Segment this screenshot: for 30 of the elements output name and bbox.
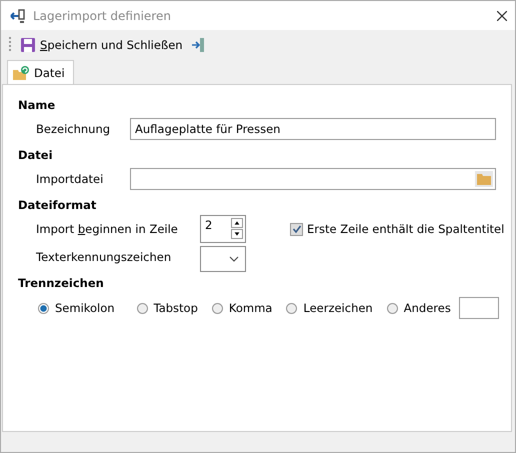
field-label: Texterkennungszeichen (35, 250, 172, 264)
import-icon (9, 6, 27, 24)
radio-button[interactable]: Semikolon (38, 301, 115, 315)
chevron-down-icon (229, 256, 239, 262)
spin-down-icon[interactable] (231, 229, 243, 239)
section-heading: Trennzeichen (18, 275, 105, 292)
checkmark-icon (292, 224, 302, 234)
save-button[interactable]: Speichern und Schließen (18, 35, 185, 55)
section-heading: Dateiformat (18, 197, 98, 214)
number-spinner[interactable]: 2 (200, 215, 246, 243)
radio-button[interactable]: Anderes (386, 301, 451, 315)
radio-button[interactable]: Leerzeichen (286, 301, 373, 315)
spin-up-icon[interactable] (231, 218, 243, 228)
tab[interactable]: Datei (7, 60, 74, 84)
close-icon[interactable] (497, 10, 507, 20)
section-heading: Datei (18, 147, 54, 164)
field-label: Importdatei (35, 172, 104, 186)
radio-button[interactable]: Komma (212, 301, 272, 315)
dropdown[interactable] (200, 246, 246, 272)
window-title: Lagerimport definieren (33, 8, 172, 22)
other-separator-field[interactable] (458, 297, 499, 319)
section-heading: Name (18, 97, 56, 114)
toolbar-grip-icon (9, 36, 12, 54)
folder-refresh-icon (12, 64, 30, 80)
field-label: Import beginnen in Zeile (35, 222, 179, 236)
radio-button[interactable]: Tabstop (136, 301, 198, 315)
file-field[interactable] (130, 168, 496, 190)
text-field[interactable]: Auflageplatte für Pressen (130, 118, 496, 140)
field-label: Bezeichnung (35, 122, 112, 136)
exit-icon[interactable] (190, 37, 205, 53)
